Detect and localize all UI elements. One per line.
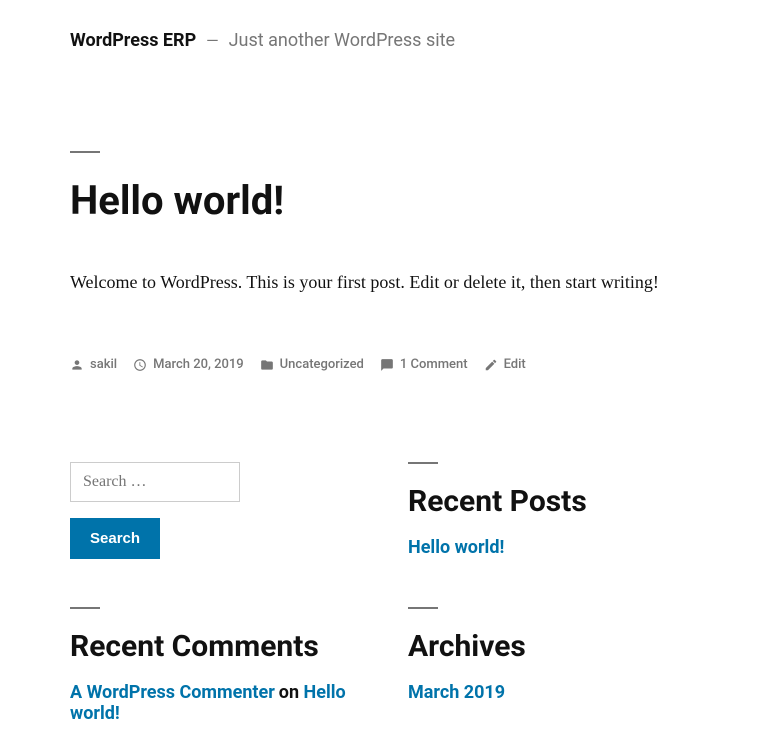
recent-posts-title: Recent Posts [408, 484, 706, 519]
folder-icon [260, 358, 274, 372]
recent-comments-widget: Recent Comments A WordPress Commenter on… [70, 607, 368, 724]
recent-comment-item: A WordPress Commenter on Hello world! [70, 682, 368, 724]
search-widget: Search [70, 462, 368, 559]
date-link[interactable]: March 20, 2019 [153, 357, 244, 372]
site-header: WordPress ERP — Just another WordPress s… [70, 30, 706, 51]
entry-header-bar [70, 151, 100, 153]
archives-title: Archives [408, 629, 706, 664]
edit-link[interactable]: Edit [504, 357, 526, 372]
author-link[interactable]: sakil [90, 357, 117, 372]
recent-comments-title: Recent Comments [70, 629, 368, 664]
widgets-area: Search Recent Posts Hello world! Recent … [70, 462, 706, 724]
comments-link[interactable]: 1 Comment [400, 357, 468, 372]
recent-post-link[interactable]: Hello world! [408, 537, 504, 558]
comment-on-word: on [279, 682, 299, 703]
comment-icon [380, 358, 394, 372]
archive-link[interactable]: March 2019 [408, 682, 505, 703]
post-title: Hello world! [70, 177, 706, 224]
edit-icon [484, 358, 498, 372]
category-link[interactable]: Uncategorized [280, 357, 364, 372]
widget-bar [408, 462, 438, 464]
site-tagline: Just another WordPress site [229, 30, 455, 51]
person-icon [70, 358, 84, 372]
comment-author-link[interactable]: A WordPress Commenter [70, 682, 275, 703]
post-content: Welcome to WordPress. This is your first… [70, 272, 706, 293]
meta-author: sakil [70, 357, 117, 372]
meta-edit: Edit [484, 357, 526, 372]
meta-date: March 20, 2019 [133, 357, 244, 372]
post-meta: sakil March 20, 2019 Uncategorized 1 Com… [70, 357, 706, 372]
widget-bar [70, 607, 100, 609]
site-title-link[interactable]: WordPress ERP [70, 30, 196, 51]
archives-widget: Archives March 2019 [408, 607, 706, 724]
clock-icon [133, 358, 147, 372]
recent-posts-widget: Recent Posts Hello world! [408, 462, 706, 559]
search-input[interactable] [70, 462, 240, 502]
search-button[interactable]: Search [70, 518, 160, 559]
meta-category: Uncategorized [260, 357, 364, 372]
widget-bar [408, 607, 438, 609]
meta-comments: 1 Comment [380, 357, 468, 372]
post-article: Hello world! Welcome to WordPress. This … [70, 151, 706, 372]
tagline-dash: — [206, 31, 219, 50]
